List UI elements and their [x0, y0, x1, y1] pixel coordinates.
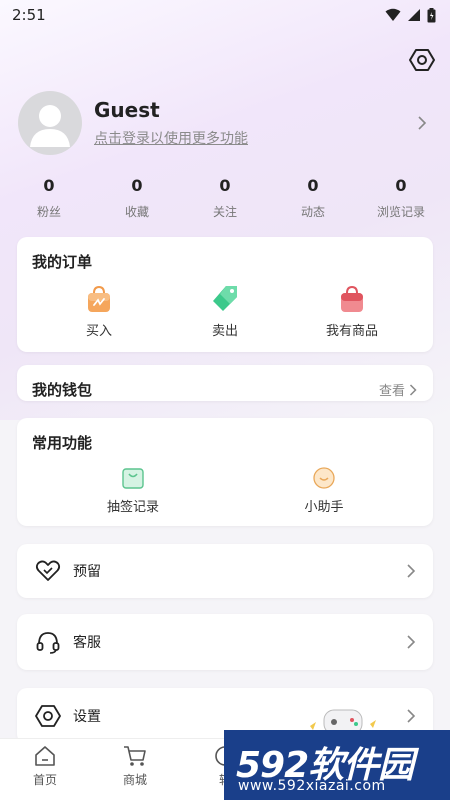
- chevron-right-icon: [407, 564, 416, 578]
- tab-home[interactable]: 首页: [15, 745, 75, 788]
- wifi-icon: [385, 8, 401, 21]
- wallet-title: 我的钱包: [32, 381, 93, 399]
- heart-icon: [35, 560, 61, 581]
- order-item-label: 我有商品: [325, 324, 378, 339]
- profile-header[interactable]: Guest 点击登录以使用更多功能: [18, 91, 432, 155]
- tab-mall[interactable]: 商城: [105, 745, 165, 788]
- status-time: 2:51: [12, 6, 46, 24]
- battery-icon: [427, 7, 436, 22]
- stat-value: 0: [307, 176, 319, 195]
- price-tag-green-icon: [213, 286, 237, 311]
- stat-label: 粉丝: [36, 205, 61, 219]
- settings-hexagon-icon: [35, 705, 61, 727]
- stat-fans[interactable]: 0 粉丝: [8, 176, 90, 226]
- site-watermark: 592软件园 www.592xiazai.com: [224, 730, 450, 800]
- lottery-bag-icon: [122, 468, 144, 489]
- profile-name: Guest: [94, 98, 160, 122]
- chevron-right-icon: [407, 709, 416, 723]
- stat-value: 0: [43, 176, 55, 195]
- feature-label: 抽签记录: [106, 500, 159, 515]
- order-item-label: 买入: [85, 324, 112, 339]
- home-icon: [35, 746, 55, 766]
- menu-row-label: 设置: [73, 709, 101, 725]
- profile-text: Guest 点击登录以使用更多功能: [94, 98, 414, 148]
- settings-hexagon-icon: [409, 49, 435, 71]
- tab-label: 首页: [32, 773, 57, 787]
- wallet-card[interactable]: 我的钱包 查看: [17, 365, 433, 401]
- stat-favorites[interactable]: 0 收藏: [96, 176, 178, 226]
- stat-posts[interactable]: 0 动态: [272, 176, 354, 226]
- wallet-more-label: 查看: [378, 384, 405, 399]
- status-bar: 2:51: [0, 0, 450, 30]
- menu-row-label: 客服: [73, 635, 101, 651]
- order-item-sell[interactable]: 卖出: [175, 284, 275, 339]
- chevron-right-icon: [407, 635, 416, 649]
- stat-following[interactable]: 0 关注: [184, 176, 266, 226]
- user-placeholder-icon: [30, 105, 70, 147]
- stat-label: 关注: [212, 205, 237, 219]
- headset-icon: [36, 632, 60, 654]
- order-item-my-goods[interactable]: 我有商品: [302, 284, 402, 339]
- order-item-buy[interactable]: 买入: [49, 284, 149, 339]
- assistant-face-icon: [313, 467, 335, 489]
- order-item-label: 卖出: [211, 324, 238, 339]
- feature-label: 小助手: [304, 500, 344, 515]
- orders-card: 我的订单 买入 卖出 我有商品: [17, 237, 433, 352]
- wallet-more-link[interactable]: 查看: [379, 380, 417, 399]
- tab-label: 商城: [122, 773, 147, 787]
- settings-button[interactable]: [408, 46, 436, 74]
- status-icons: [385, 7, 436, 23]
- stat-value: 0: [395, 176, 407, 195]
- avatar[interactable]: [18, 91, 82, 155]
- stat-label: 动态: [300, 205, 325, 219]
- cart-icon: [124, 746, 146, 766]
- stats-row: 0 粉丝 0 收藏 0 关注 0 动态 0 浏览记录: [8, 176, 442, 226]
- stat-value: 0: [219, 176, 231, 195]
- stat-value: 0: [131, 176, 143, 195]
- login-link[interactable]: 点击登录以使用更多功能: [94, 128, 414, 148]
- menu-row-label: 预留: [73, 564, 101, 580]
- feature-assistant[interactable]: 小助手: [274, 466, 374, 515]
- chevron-right-icon: [409, 383, 417, 396]
- stat-history[interactable]: 0 浏览记录: [360, 176, 442, 226]
- chevron-right-icon: [418, 116, 427, 130]
- menu-row-reserve[interactable]: 预留: [17, 544, 433, 598]
- common-features-title: 常用功能: [32, 434, 93, 452]
- shopping-bag-orange-icon: [88, 285, 110, 312]
- feature-lottery-records[interactable]: 抽签记录: [83, 466, 183, 515]
- signal-icon: [408, 9, 420, 21]
- stat-label: 浏览记录: [376, 205, 425, 219]
- stat-label: 收藏: [124, 205, 149, 219]
- menu-row-customer-service[interactable]: 客服: [17, 614, 433, 670]
- shopping-bag-red-icon: [341, 285, 363, 312]
- common-features-card: 常用功能 抽签记录 小助手: [17, 418, 433, 526]
- watermark-url: www.592xiazai.com: [238, 778, 386, 794]
- orders-title: 我的订单: [32, 253, 93, 271]
